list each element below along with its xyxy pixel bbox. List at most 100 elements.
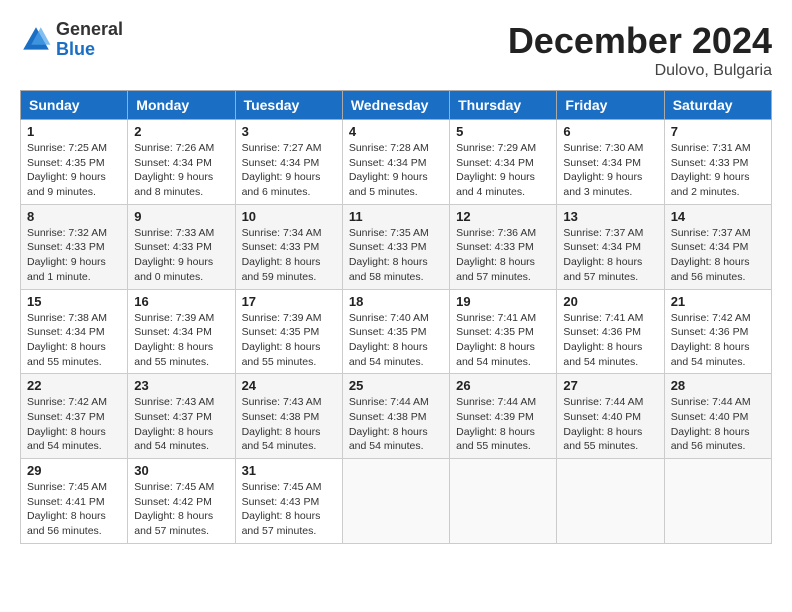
day-info: Sunrise: 7:30 AMSunset: 4:34 PMDaylight:… — [563, 142, 643, 198]
calendar-cell: 26 Sunrise: 7:44 AMSunset: 4:39 PMDaylig… — [450, 374, 557, 459]
day-number: 29 — [27, 463, 121, 478]
logo: General Blue — [20, 20, 123, 60]
day-number: 14 — [671, 209, 765, 224]
day-info: Sunrise: 7:29 AMSunset: 4:34 PMDaylight:… — [456, 142, 536, 198]
month-title: December 2024 — [508, 20, 772, 62]
day-info: Sunrise: 7:26 AMSunset: 4:34 PMDaylight:… — [134, 142, 214, 198]
calendar-cell: 15 Sunrise: 7:38 AMSunset: 4:34 PMDaylig… — [21, 289, 128, 374]
weekday-header: Saturday — [664, 91, 771, 120]
calendar-cell: 11 Sunrise: 7:35 AMSunset: 4:33 PMDaylig… — [342, 204, 449, 289]
calendar-cell — [557, 459, 664, 544]
calendar-cell: 17 Sunrise: 7:39 AMSunset: 4:35 PMDaylig… — [235, 289, 342, 374]
day-number: 13 — [563, 209, 657, 224]
weekday-header: Sunday — [21, 91, 128, 120]
calendar-cell: 7 Sunrise: 7:31 AMSunset: 4:33 PMDayligh… — [664, 120, 771, 205]
day-info: Sunrise: 7:41 AMSunset: 4:35 PMDaylight:… — [456, 312, 536, 368]
day-number: 9 — [134, 209, 228, 224]
day-info: Sunrise: 7:45 AMSunset: 4:43 PMDaylight:… — [242, 481, 322, 537]
day-number: 26 — [456, 378, 550, 393]
calendar-cell: 25 Sunrise: 7:44 AMSunset: 4:38 PMDaylig… — [342, 374, 449, 459]
day-info: Sunrise: 7:28 AMSunset: 4:34 PMDaylight:… — [349, 142, 429, 198]
day-number: 2 — [134, 124, 228, 139]
day-info: Sunrise: 7:44 AMSunset: 4:40 PMDaylight:… — [563, 396, 643, 452]
day-info: Sunrise: 7:44 AMSunset: 4:38 PMDaylight:… — [349, 396, 429, 452]
calendar-cell: 12 Sunrise: 7:36 AMSunset: 4:33 PMDaylig… — [450, 204, 557, 289]
logo-general-text: General — [56, 20, 123, 40]
calendar-week-row: 1 Sunrise: 7:25 AMSunset: 4:35 PMDayligh… — [21, 120, 772, 205]
day-number: 4 — [349, 124, 443, 139]
day-info: Sunrise: 7:27 AMSunset: 4:34 PMDaylight:… — [242, 142, 322, 198]
day-info: Sunrise: 7:43 AMSunset: 4:38 PMDaylight:… — [242, 396, 322, 452]
calendar-cell: 31 Sunrise: 7:45 AMSunset: 4:43 PMDaylig… — [235, 459, 342, 544]
calendar-cell: 18 Sunrise: 7:40 AMSunset: 4:35 PMDaylig… — [342, 289, 449, 374]
day-info: Sunrise: 7:36 AMSunset: 4:33 PMDaylight:… — [456, 227, 536, 283]
logo-text: General Blue — [56, 20, 123, 60]
day-number: 1 — [27, 124, 121, 139]
day-info: Sunrise: 7:41 AMSunset: 4:36 PMDaylight:… — [563, 312, 643, 368]
calendar-cell: 5 Sunrise: 7:29 AMSunset: 4:34 PMDayligh… — [450, 120, 557, 205]
day-info: Sunrise: 7:42 AMSunset: 4:36 PMDaylight:… — [671, 312, 751, 368]
day-info: Sunrise: 7:45 AMSunset: 4:41 PMDaylight:… — [27, 481, 107, 537]
day-number: 22 — [27, 378, 121, 393]
day-number: 6 — [563, 124, 657, 139]
day-number: 23 — [134, 378, 228, 393]
day-info: Sunrise: 7:44 AMSunset: 4:39 PMDaylight:… — [456, 396, 536, 452]
header: General Blue December 2024 Dulovo, Bulga… — [20, 20, 772, 80]
day-number: 16 — [134, 294, 228, 309]
calendar-week-row: 22 Sunrise: 7:42 AMSunset: 4:37 PMDaylig… — [21, 374, 772, 459]
calendar-cell: 2 Sunrise: 7:26 AMSunset: 4:34 PMDayligh… — [128, 120, 235, 205]
calendar-cell — [342, 459, 449, 544]
day-number: 15 — [27, 294, 121, 309]
calendar-cell: 1 Sunrise: 7:25 AMSunset: 4:35 PMDayligh… — [21, 120, 128, 205]
weekday-header: Friday — [557, 91, 664, 120]
calendar-cell: 10 Sunrise: 7:34 AMSunset: 4:33 PMDaylig… — [235, 204, 342, 289]
day-info: Sunrise: 7:37 AMSunset: 4:34 PMDaylight:… — [563, 227, 643, 283]
calendar-cell: 30 Sunrise: 7:45 AMSunset: 4:42 PMDaylig… — [128, 459, 235, 544]
logo-blue-text: Blue — [56, 40, 123, 60]
calendar-cell — [664, 459, 771, 544]
calendar-cell: 22 Sunrise: 7:42 AMSunset: 4:37 PMDaylig… — [21, 374, 128, 459]
location: Dulovo, Bulgaria — [508, 62, 772, 80]
weekday-header: Thursday — [450, 91, 557, 120]
day-number: 17 — [242, 294, 336, 309]
weekday-header: Wednesday — [342, 91, 449, 120]
day-number: 3 — [242, 124, 336, 139]
calendar-cell: 27 Sunrise: 7:44 AMSunset: 4:40 PMDaylig… — [557, 374, 664, 459]
calendar-cell: 29 Sunrise: 7:45 AMSunset: 4:41 PMDaylig… — [21, 459, 128, 544]
day-info: Sunrise: 7:34 AMSunset: 4:33 PMDaylight:… — [242, 227, 322, 283]
calendar-cell: 6 Sunrise: 7:30 AMSunset: 4:34 PMDayligh… — [557, 120, 664, 205]
day-info: Sunrise: 7:35 AMSunset: 4:33 PMDaylight:… — [349, 227, 429, 283]
title-area: December 2024 Dulovo, Bulgaria — [508, 20, 772, 80]
day-info: Sunrise: 7:25 AMSunset: 4:35 PMDaylight:… — [27, 142, 107, 198]
calendar-cell — [450, 459, 557, 544]
calendar-cell: 16 Sunrise: 7:39 AMSunset: 4:34 PMDaylig… — [128, 289, 235, 374]
day-info: Sunrise: 7:39 AMSunset: 4:35 PMDaylight:… — [242, 312, 322, 368]
day-info: Sunrise: 7:37 AMSunset: 4:34 PMDaylight:… — [671, 227, 751, 283]
day-number: 19 — [456, 294, 550, 309]
day-number: 10 — [242, 209, 336, 224]
calendar-cell: 19 Sunrise: 7:41 AMSunset: 4:35 PMDaylig… — [450, 289, 557, 374]
calendar-cell: 9 Sunrise: 7:33 AMSunset: 4:33 PMDayligh… — [128, 204, 235, 289]
day-number: 5 — [456, 124, 550, 139]
day-number: 21 — [671, 294, 765, 309]
calendar-cell: 20 Sunrise: 7:41 AMSunset: 4:36 PMDaylig… — [557, 289, 664, 374]
day-number: 20 — [563, 294, 657, 309]
day-number: 8 — [27, 209, 121, 224]
calendar-cell: 3 Sunrise: 7:27 AMSunset: 4:34 PMDayligh… — [235, 120, 342, 205]
day-info: Sunrise: 7:38 AMSunset: 4:34 PMDaylight:… — [27, 312, 107, 368]
day-number: 25 — [349, 378, 443, 393]
calendar-cell: 23 Sunrise: 7:43 AMSunset: 4:37 PMDaylig… — [128, 374, 235, 459]
day-number: 30 — [134, 463, 228, 478]
day-info: Sunrise: 7:43 AMSunset: 4:37 PMDaylight:… — [134, 396, 214, 452]
day-number: 24 — [242, 378, 336, 393]
day-number: 27 — [563, 378, 657, 393]
calendar-cell: 28 Sunrise: 7:44 AMSunset: 4:40 PMDaylig… — [664, 374, 771, 459]
weekday-header: Monday — [128, 91, 235, 120]
day-number: 18 — [349, 294, 443, 309]
day-number: 7 — [671, 124, 765, 139]
day-info: Sunrise: 7:44 AMSunset: 4:40 PMDaylight:… — [671, 396, 751, 452]
calendar-cell: 4 Sunrise: 7:28 AMSunset: 4:34 PMDayligh… — [342, 120, 449, 205]
day-info: Sunrise: 7:33 AMSunset: 4:33 PMDaylight:… — [134, 227, 214, 283]
day-number: 31 — [242, 463, 336, 478]
weekday-header: Tuesday — [235, 91, 342, 120]
